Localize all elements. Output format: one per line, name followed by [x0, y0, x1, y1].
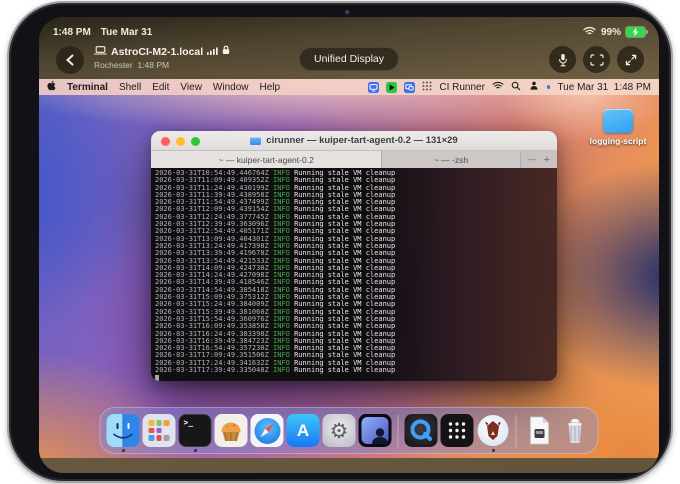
close-button[interactable] [161, 137, 170, 146]
minimize-button[interactable] [176, 137, 185, 146]
terminal-cursor [155, 375, 159, 381]
dock-app-store-icon[interactable]: A [287, 414, 320, 447]
zoom-button[interactable] [191, 137, 200, 146]
log-line: 2026-03-31T17:39:49.335048Z INFO Running… [155, 367, 557, 374]
status-date: Tue Mar 31 [101, 27, 153, 38]
grid-dots-status-icon[interactable] [422, 81, 432, 94]
running-indicator [492, 449, 495, 452]
tab-label: ~ — -zsh [434, 155, 468, 165]
folder-proxy-icon [250, 137, 261, 145]
dock-launchpad-icon[interactable] [143, 414, 176, 447]
terminal-body[interactable]: 2026-03-31T10:54:49.446764Z INFO Running… [151, 168, 557, 381]
dock-finder-icon[interactable] [107, 414, 140, 447]
dock-document-icon[interactable] [523, 414, 556, 447]
stage: 1:48 PM Tue Mar 31 99% [0, 0, 680, 484]
ipad-screen: 1:48 PM Tue Mar 31 99% [39, 17, 659, 473]
dock-system-settings-icon[interactable]: ⚙ [323, 414, 356, 447]
running-indicator [194, 449, 197, 452]
mac-menu-bar: Terminal Shell Edit View Window Help [39, 79, 659, 95]
terminal-tab-bar: ~ — kuiper-tart-agent-0.2 ~ — -zsh — + [151, 151, 557, 168]
dock-husky-icon[interactable] [477, 414, 510, 447]
front-camera [345, 10, 350, 15]
dock: >_ A⚙ [100, 407, 599, 454]
menu-help[interactable]: Help [260, 82, 281, 93]
user-switch-icon[interactable] [528, 81, 540, 93]
menu-shell[interactable]: Shell [119, 82, 141, 93]
tab-zsh[interactable]: ~ — -zsh [382, 151, 520, 168]
dock-divider [516, 415, 517, 447]
menu-terminal[interactable]: Terminal [67, 82, 108, 93]
dock-divider [398, 415, 399, 447]
menubar-wifi-icon[interactable] [492, 81, 504, 93]
laptop-icon [94, 46, 107, 58]
menu-view[interactable]: View [180, 82, 202, 93]
desktop-icon-label: logging-script [590, 136, 647, 146]
script-file-icon [603, 109, 633, 133]
ci-runner-status-item[interactable]: CI Runner [439, 82, 485, 93]
new-tab-button[interactable]: + [544, 154, 550, 166]
prompt-line [155, 374, 557, 381]
menu-edit[interactable]: Edit [152, 82, 169, 93]
display-frame-button[interactable] [583, 46, 610, 73]
host-info[interactable]: AstroCI-M2-1.local Rochester 1:48 PM [94, 45, 230, 70]
status-time: 1:48 PM [53, 27, 91, 38]
wifi-icon [583, 26, 596, 39]
tab-overflow-button[interactable]: — [528, 155, 536, 164]
ipad-status-bar: 1:48 PM Tue Mar 31 99% [53, 24, 645, 40]
battery-icon [626, 27, 645, 37]
dock-quicktime-icon[interactable] [405, 414, 438, 447]
dock-dots-grid-icon[interactable] [441, 414, 474, 447]
host-name: AstroCI-M2-1.local [111, 46, 203, 58]
signal-bars-icon [207, 46, 218, 58]
status-indicator-dot [547, 85, 551, 89]
terminal-window[interactable]: cirunner — kuiper-tart-agent-0.2 — 131×2… [151, 131, 557, 381]
menubar-clock[interactable]: Tue Mar 31 1:48 PM [557, 82, 651, 93]
ipad-frame: 1:48 PM Tue Mar 31 99% [7, 1, 673, 483]
dock-safari-icon[interactable] [251, 414, 284, 447]
tab-kuiper-tart-agent[interactable]: ~ — kuiper-tart-agent-0.2 [151, 151, 382, 168]
spotlight-icon[interactable] [511, 81, 521, 94]
dock-tart-icon[interactable] [215, 414, 248, 447]
dock-screen-sharing-icon[interactable] [359, 414, 392, 447]
terminal-title-bar[interactable]: cirunner — kuiper-tart-agent-0.2 — 131×2… [151, 131, 557, 151]
tab-label: ~ — kuiper-tart-agent-0.2 [219, 155, 314, 165]
battery-percent: 99% [601, 27, 621, 38]
window-title: cirunner — kuiper-tart-agent-0.2 — 131×2… [266, 135, 457, 146]
mac-display: Terminal Shell Edit View Window Help [39, 79, 659, 458]
expand-button[interactable] [617, 46, 644, 73]
desktop-icon-logging-script[interactable]: logging-script [583, 109, 653, 146]
display-status-icon[interactable] [368, 82, 379, 93]
unified-display-button[interactable]: Unified Display [299, 47, 399, 71]
runner-play-status-icon[interactable] [386, 82, 397, 93]
terminal-output: 2026-03-31T10:54:49.446764Z INFO Running… [155, 170, 557, 374]
host-subtitle: Rochester 1:48 PM [94, 60, 230, 70]
menu-window[interactable]: Window [213, 82, 249, 93]
dock-terminal-icon[interactable]: >_ [179, 414, 212, 447]
back-button[interactable] [56, 46, 84, 74]
apple-menu-icon[interactable] [47, 80, 56, 94]
microphone-button[interactable] [549, 46, 576, 73]
dock-trash-icon[interactable] [559, 414, 592, 447]
running-indicator [122, 449, 125, 452]
sidecar-toolbar: AstroCI-M2-1.local Rochester 1:48 PM Uni… [39, 42, 659, 78]
lock-icon [222, 45, 230, 58]
screens-status-icon[interactable] [404, 82, 415, 93]
